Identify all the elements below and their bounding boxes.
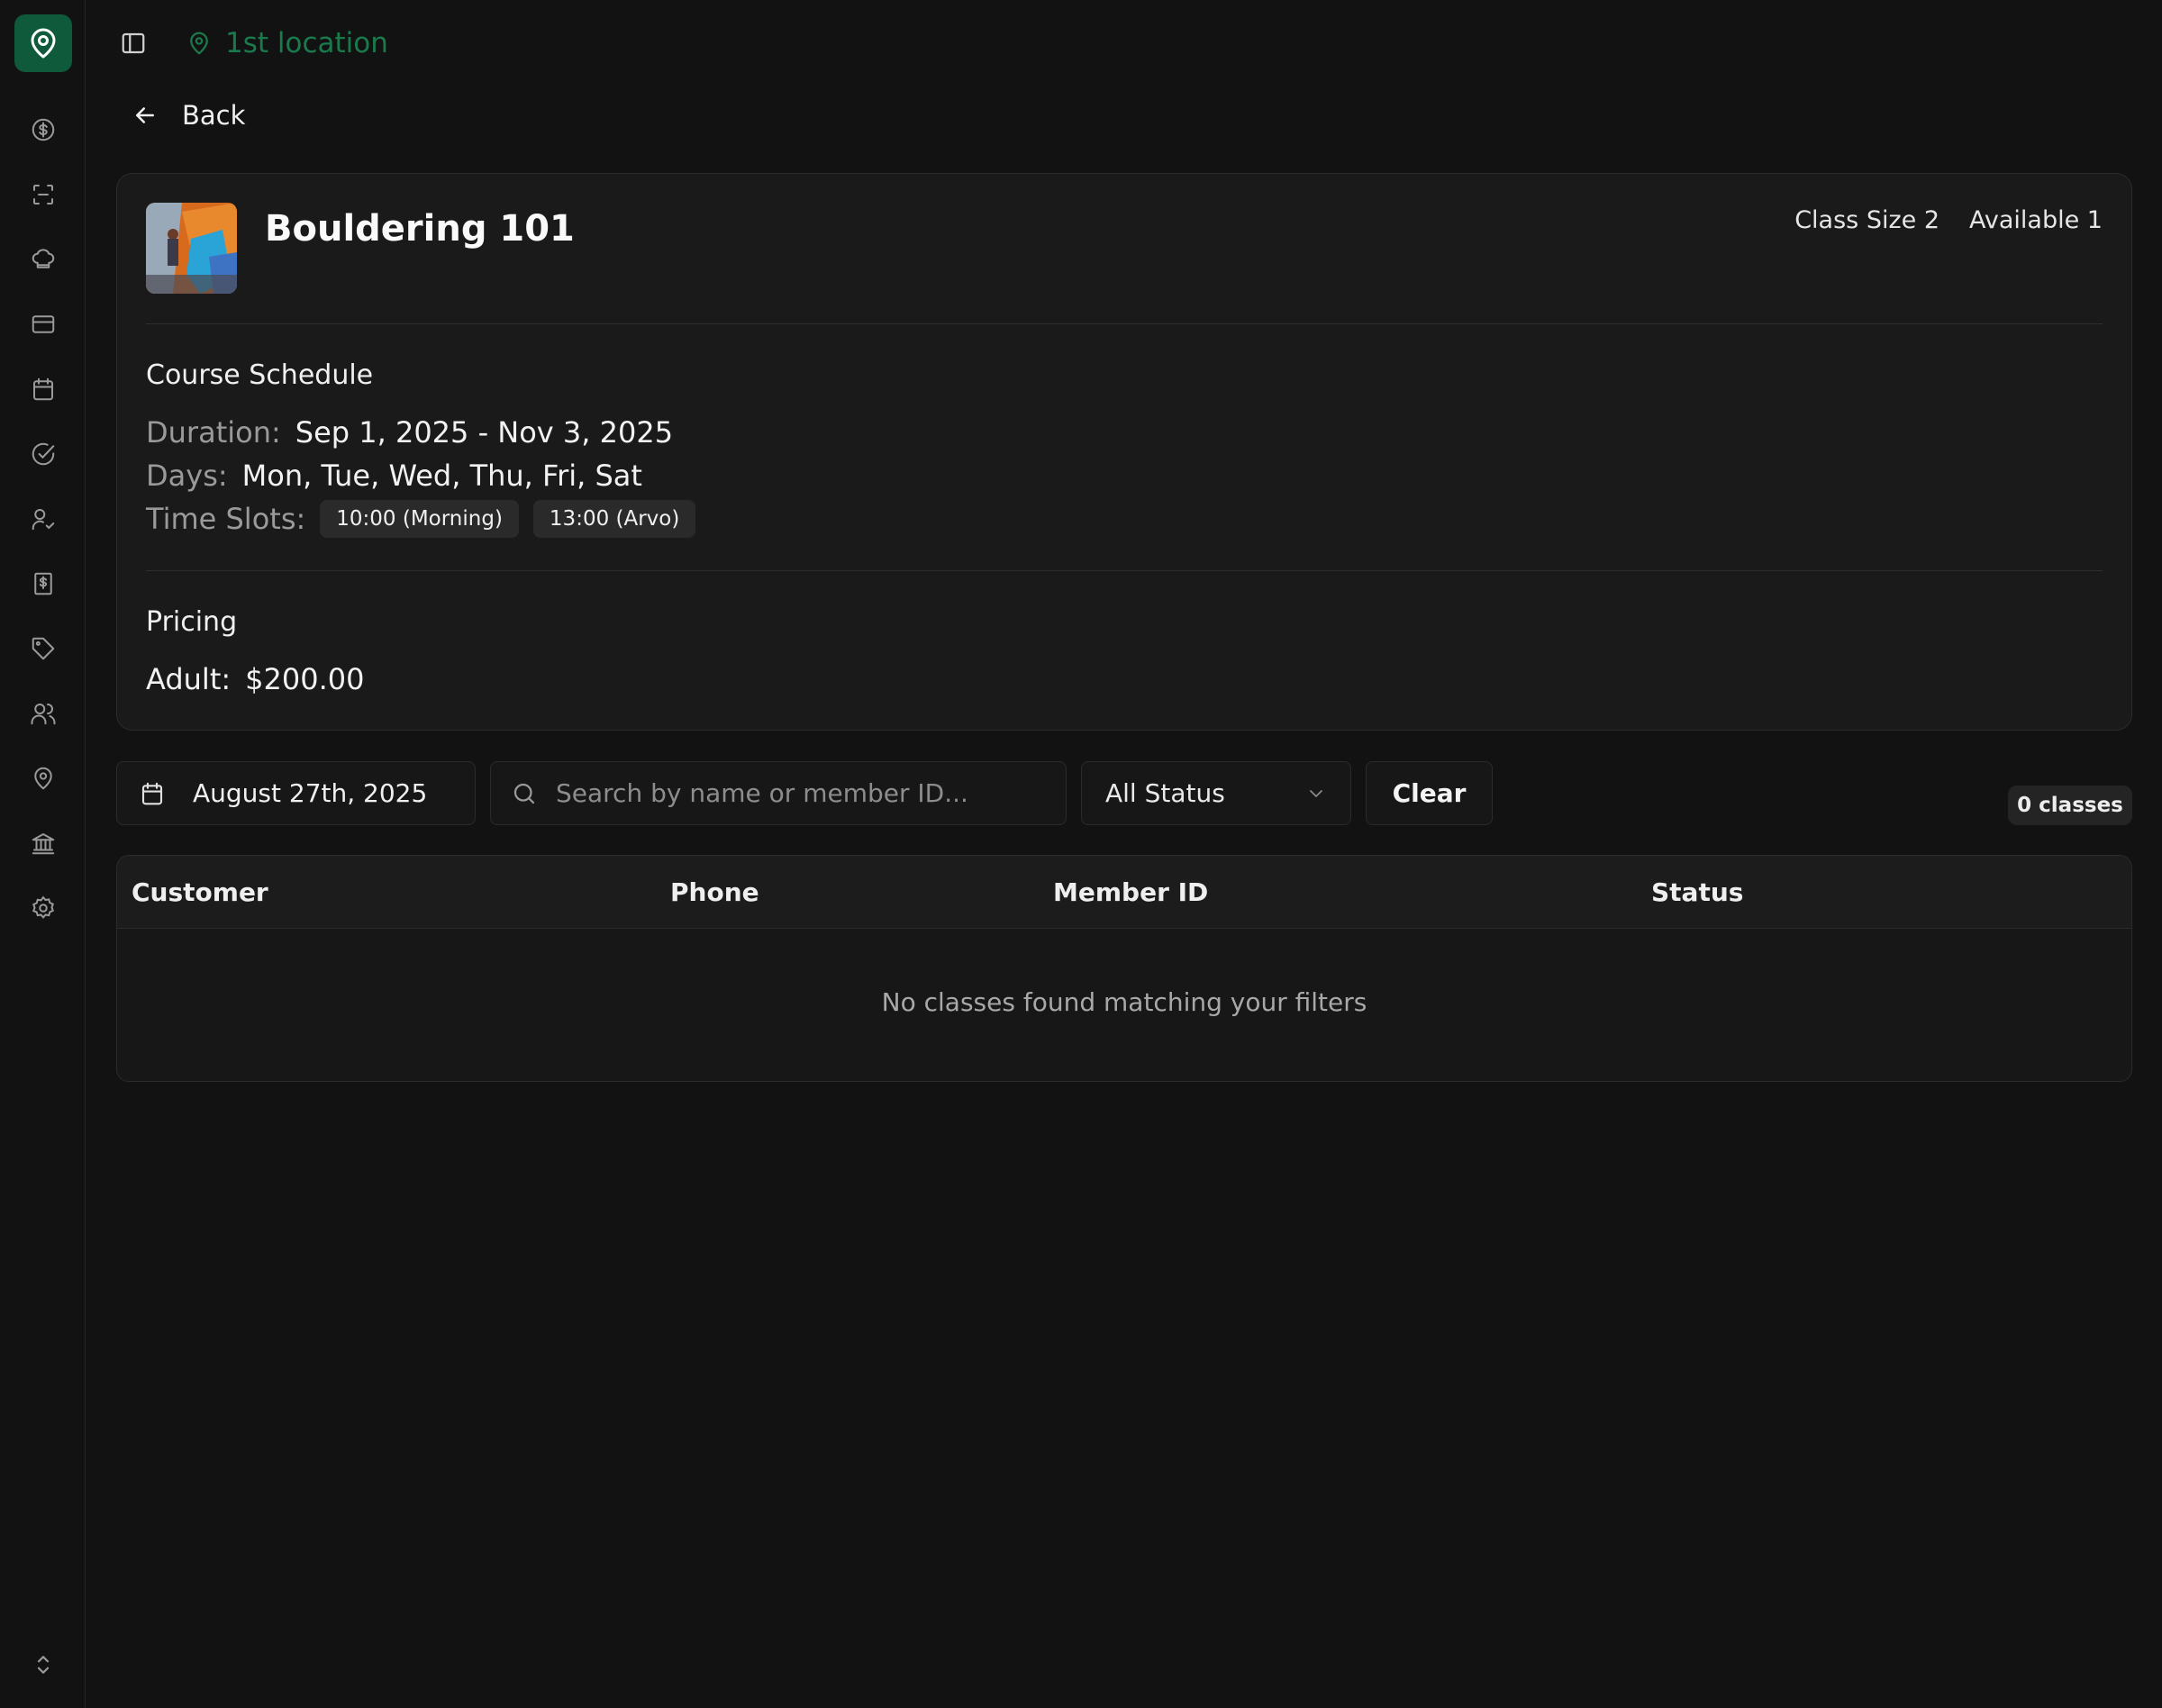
duration-value: Sep 1, 2025 - Nov 3, 2025 [295, 415, 674, 450]
arrow-left-icon [136, 107, 154, 123]
dollar-circle-icon[interactable] [25, 112, 61, 148]
date-value: August 27th, 2025 [193, 778, 428, 808]
duration-row: Duration: Sep 1, 2025 - Nov 3, 2025 [146, 415, 673, 450]
chevron-down-icon [1310, 789, 1322, 797]
class-size: Class Size 2 [1794, 206, 1940, 234]
timeslots-row: Time Slots: 10:00 (Morning) 13:00 (Arvo) [146, 500, 710, 538]
timeslot-chip: 10:00 (Morning) [320, 500, 519, 538]
users-icon[interactable] [25, 695, 61, 731]
column-header-status[interactable]: Status [1651, 877, 1743, 907]
calendar-icon [141, 782, 163, 804]
check-circle-icon[interactable] [25, 436, 61, 472]
chevrons-up-down-icon[interactable] [25, 1647, 61, 1683]
clear-button[interactable]: Clear [1366, 761, 1493, 825]
search-input[interactable] [556, 778, 1060, 808]
course-card: Bouldering 101 Class Size 2 Available 1 … [116, 173, 2132, 731]
scan-icon[interactable] [25, 177, 61, 213]
duration-label: Duration: [146, 415, 281, 450]
column-header-customer[interactable]: Customer [132, 877, 268, 907]
tag-icon[interactable] [25, 631, 61, 667]
search-icon [513, 783, 535, 804]
column-header-phone[interactable]: Phone [670, 877, 759, 907]
days-label: Days: [146, 459, 228, 493]
adult-price-row: Adult: $200.00 [146, 662, 364, 696]
search-box[interactable] [490, 761, 1067, 825]
divider [146, 323, 2103, 324]
timeslots-label: Time Slots: [146, 502, 306, 536]
logo-location-icon[interactable] [14, 14, 72, 72]
course-title: Bouldering 101 [265, 208, 575, 250]
location-selector[interactable]: 1st location [186, 23, 388, 63]
back-button[interactable]: Back [132, 95, 245, 135]
course-thumbnail [146, 203, 237, 294]
receipt-dollar-icon[interactable] [25, 566, 61, 602]
calendar-icon[interactable] [25, 371, 61, 407]
bank-icon[interactable] [25, 825, 61, 861]
divider [146, 570, 2103, 571]
class-count-badge: 0 classes [2008, 786, 2132, 825]
adult-label: Adult: [146, 662, 232, 696]
sidebar-toggle-button[interactable] [115, 25, 151, 61]
days-row: Days: Mon, Tue, Wed, Thu, Fri, Sat [146, 459, 642, 493]
pricing-title: Pricing [146, 606, 238, 638]
column-header-member-id[interactable]: Member ID [1053, 877, 1208, 907]
location-label: 1st location [225, 27, 388, 59]
adult-price: $200.00 [245, 662, 365, 696]
customer-table: Customer Phone Member ID Status No class… [116, 855, 2132, 1082]
sidebar [0, 0, 86, 1708]
chef-hat-icon[interactable] [25, 241, 61, 277]
table-header: Customer Phone Member ID Status [117, 856, 2131, 929]
credit-card-icon[interactable] [25, 306, 61, 342]
empty-state-message: No classes found matching your filters [881, 987, 1367, 1017]
status-select[interactable]: All Status [1081, 761, 1351, 825]
map-pin-icon [190, 32, 208, 55]
capacity-info: Class Size 2 Available 1 [1794, 206, 2103, 234]
map-pin-icon[interactable] [25, 760, 61, 796]
back-label: Back [182, 100, 246, 131]
user-check-icon[interactable] [25, 501, 61, 537]
timeslot-chip: 13:00 (Arvo) [532, 500, 696, 538]
date-picker[interactable]: August 27th, 2025 [116, 761, 476, 825]
status-select-value: All Status [1105, 778, 1225, 808]
schedule-title: Course Schedule [146, 359, 374, 391]
available-count: Available 1 [1969, 206, 2103, 234]
settings-icon[interactable] [25, 890, 61, 926]
days-value: Mon, Tue, Wed, Thu, Fri, Sat [241, 459, 642, 493]
